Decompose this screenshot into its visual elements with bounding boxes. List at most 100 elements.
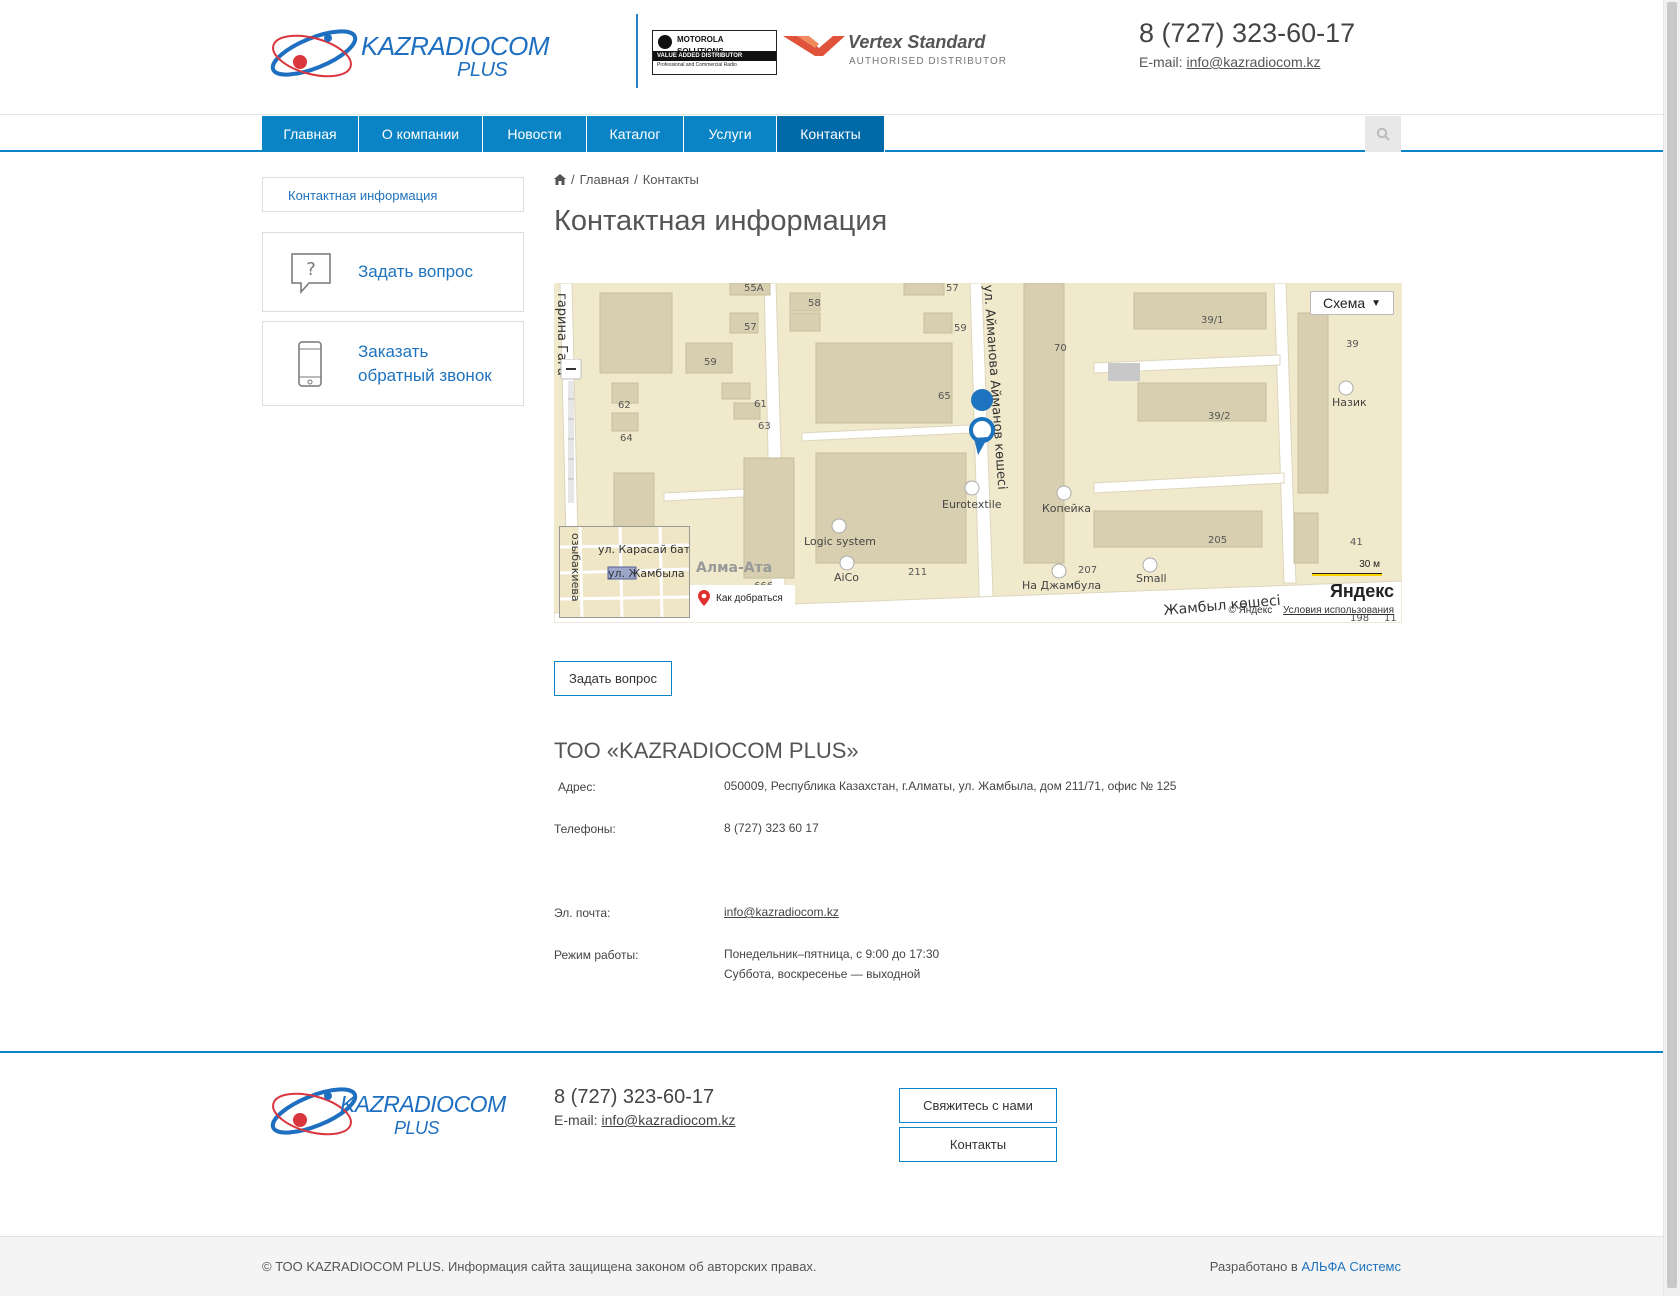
house-number: 65	[938, 391, 951, 402]
breadcrumb-sep: /	[634, 172, 638, 187]
developer-credit: Разработано в АЛЬФА Системс	[1210, 1259, 1401, 1274]
location-pin-icon	[698, 590, 710, 606]
vertex-name: Vertex Standard	[848, 32, 986, 52]
house-number: 59	[704, 357, 717, 368]
sidebar-callback[interactable]: Заказать обратный звонок	[262, 321, 524, 406]
logo-main-text: KAZRADIOCOM	[361, 31, 550, 61]
svg-text:?: ?	[306, 259, 316, 280]
page-title: Контактная информация	[554, 205, 888, 237]
map-layer-select[interactable]: Схема ▼	[1310, 291, 1394, 315]
poi-label: Small	[1136, 572, 1167, 585]
sidebar-ask-question[interactable]: ? Задать вопрос	[262, 232, 524, 312]
email-label: Эл. почта:	[554, 906, 611, 920]
main-nav: Главная О компании Новости Каталог Услуг…	[262, 116, 885, 152]
house-number: 205	[1208, 535, 1227, 546]
house-number: 61	[754, 399, 767, 410]
minimap-canvas: ул. Карасай баты ул. Жамбыла озыбакиева	[560, 527, 690, 617]
map-scale-label: 30 м	[1359, 559, 1380, 570]
header-email-link[interactable]: info@kazradiocom.kz	[1186, 54, 1320, 70]
yandex-map[interactable]: 55А 57 58 59 57 59 62 61 63 64 65 70 39/…	[554, 283, 1402, 623]
home-icon[interactable]	[554, 174, 566, 185]
house-number: 55А	[744, 283, 764, 294]
sidebar-item-contact-info[interactable]: Контактная информация	[262, 177, 524, 212]
motorola-badge-text: VALUE ADDED DISTRIBUTOR	[653, 51, 776, 61]
minimap-label: озыбакиева	[569, 533, 582, 602]
header-email-label: E-mail:	[1139, 54, 1183, 70]
question-bubble-icon: ?	[291, 253, 331, 294]
motorola-badge: MOTOROLA SOLUTIONS VALUE ADDED DISTRIBUT…	[652, 30, 777, 75]
orbit-logo-icon	[270, 29, 358, 78]
house-number: 211	[908, 567, 927, 578]
search-button[interactable]	[1365, 116, 1401, 152]
house-number: 39/2	[1208, 411, 1230, 422]
house-number: 39/1	[1201, 315, 1223, 326]
caret-down-icon: ▼	[1371, 297, 1382, 309]
breadcrumb-current: Контакты	[642, 172, 699, 187]
nav-item-contacts[interactable]: Контакты	[777, 116, 885, 152]
poi-label: На Джамбула	[1022, 579, 1101, 592]
nav-item-news[interactable]: Новости	[483, 116, 587, 152]
yandex-logo[interactable]: Яндекс	[1330, 581, 1394, 602]
header-phone: 8 (727) 323-60-17	[1139, 18, 1356, 48]
header-divider	[636, 14, 638, 88]
logo-sub-text: PLUS	[457, 59, 508, 81]
email-link[interactable]: info@kazradiocom.kz	[724, 905, 839, 919]
logo-sub-text: PLUS	[394, 1118, 440, 1138]
house-number: 207	[1078, 565, 1097, 576]
phones-value: 8 (727) 323 60 17	[724, 821, 819, 835]
motorola-logo-icon	[658, 35, 672, 49]
motorola-small-text: Professional and Commercial Radio	[657, 62, 737, 68]
breadcrumb-home[interactable]: Главная	[580, 172, 629, 187]
developer-prefix: Разработано в	[1209, 1259, 1298, 1274]
house-number: 70	[1054, 343, 1067, 354]
contact-us-button[interactable]: Свяжитесь с нами	[899, 1088, 1057, 1123]
house-number: 64	[620, 433, 633, 444]
page-scrollbar[interactable]	[1663, 0, 1680, 1296]
zoom-slider-icon[interactable]	[560, 358, 582, 505]
map-copyright-text: © Яндекс	[1228, 605, 1273, 616]
nav-item-about[interactable]: О компании	[359, 116, 483, 152]
minimap-label: ул. Карасай баты	[598, 543, 690, 556]
site-logo[interactable]: KAZRADIOCOM PLUS	[266, 18, 576, 88]
house-number: 41	[1350, 537, 1363, 548]
phones-label: Телефоны:	[554, 822, 616, 836]
house-number: 57	[744, 322, 757, 333]
breadcrumb: / Главная / Контакты	[554, 172, 699, 187]
vertex-logo-icon	[783, 36, 845, 56]
nav-item-home[interactable]: Главная	[262, 116, 359, 152]
house-number: 62	[618, 400, 631, 411]
minimap-label: ул. Жамбыла	[608, 567, 685, 580]
search-icon	[1376, 127, 1390, 141]
address-value: 050009, Республика Казахстан, г.Алматы, …	[724, 779, 1177, 793]
vertex-sub: AUTHORISED DISTRIBUTOR	[849, 56, 1007, 67]
map-scale-bar	[1312, 573, 1382, 576]
map-minimap[interactable]: ул. Карасай баты ул. Жамбыла озыбакиева	[559, 526, 690, 618]
house-number: 63	[758, 421, 771, 432]
house-number: 59	[954, 323, 967, 334]
footer-email-link[interactable]: info@kazradiocom.kz	[601, 1112, 735, 1128]
nav-item-catalog[interactable]: Каталог	[587, 116, 684, 152]
map-layer-label: Схема	[1322, 295, 1366, 311]
hours-line-1: Понедельник–пятница, с 9:00 до 17:30	[724, 947, 940, 961]
map-route-button[interactable]: Как добраться	[690, 585, 795, 611]
vertex-badge: Vertex Standard AUTHORISED DISTRIBUTOR	[783, 30, 1013, 70]
sidebar-callback-line1: Заказать	[358, 342, 429, 361]
bottom-bar: © ТОО KAZRADIOCOM PLUS. Информация сайта…	[0, 1236, 1663, 1296]
site-header: KAZRADIOCOM PLUS MOTOROLA SOLUTIONS VALU…	[0, 0, 1663, 115]
nav-item-services[interactable]: Услуги	[684, 116, 777, 152]
contacts-button[interactable]: Контакты	[899, 1127, 1057, 1162]
logo-main-text: KAZRADIOCOM	[340, 1091, 506, 1117]
footer-email-label: E-mail:	[554, 1112, 598, 1128]
map-copyright: © Яндекс Условия использования	[1228, 605, 1394, 616]
scrollbar-thumb[interactable]	[1667, 2, 1677, 1288]
map-terms-link[interactable]: Условия использования	[1283, 605, 1394, 616]
hours-label: Режим работы:	[554, 948, 639, 962]
house-number: 39	[1346, 339, 1359, 350]
developer-link[interactable]: АЛЬФА Системс	[1301, 1259, 1401, 1274]
footer-logo[interactable]: KAZRADIOCOM PLUS	[266, 1076, 576, 1146]
footer-email: E-mail: info@kazradiocom.kz	[554, 1112, 736, 1128]
house-number: 58	[808, 298, 821, 309]
ask-question-button[interactable]: Задать вопрос	[554, 661, 672, 696]
map-zoom-control[interactable]	[560, 358, 582, 505]
map-route-label: Как добраться	[716, 592, 783, 604]
